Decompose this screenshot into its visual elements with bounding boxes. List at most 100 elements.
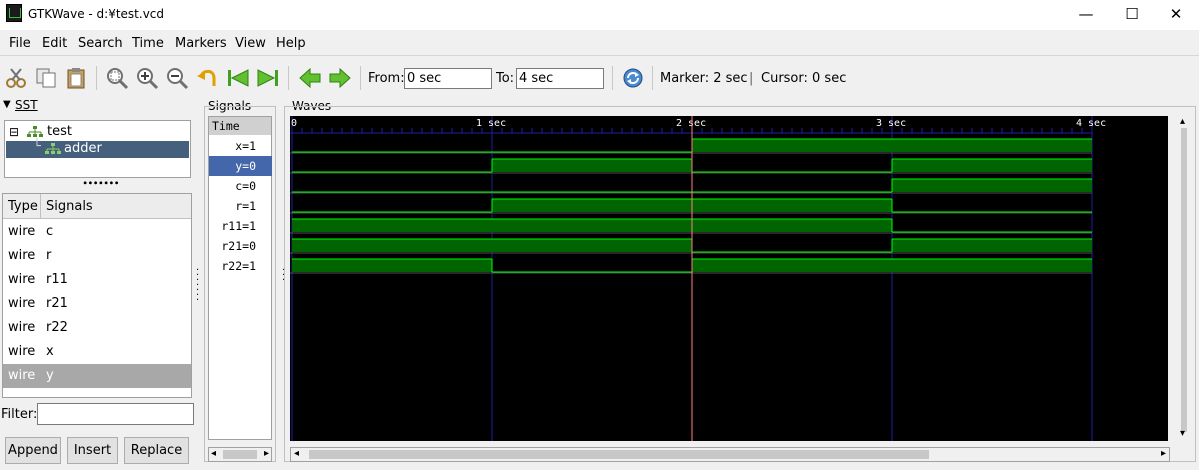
tree-branch-line: └ [33, 139, 41, 154]
scroll-thumb[interactable] [223, 450, 257, 459]
signal-name: r11 [46, 272, 68, 287]
zoom-fit-icon[interactable] [105, 66, 129, 90]
pane-splitter-grip[interactable]: · · · · · · · [196, 266, 200, 306]
signal-row-y[interactable]: wire y [3, 364, 191, 388]
signal-value-r[interactable]: r=1 [209, 196, 272, 216]
menu-separator [0, 55, 1199, 56]
close-icon: ✕ [1169, 5, 1183, 23]
undo-zoom-icon[interactable] [196, 66, 220, 90]
paste-icon[interactable] [64, 66, 88, 90]
toolbar-separator [652, 66, 653, 90]
scroll-thumb[interactable] [309, 450, 929, 459]
cursor-readout: Cursor: 0 sec [761, 71, 847, 86]
zoom-out-icon[interactable] [165, 66, 189, 90]
tree-item-label: adder [64, 141, 102, 156]
left-arrow-icon[interactable] [298, 66, 322, 90]
signals-h-scrollbar[interactable]: ◂ ▸ [208, 447, 272, 462]
marker-readout: Marker: 2 sec [660, 71, 748, 86]
scroll-down-icon[interactable]: ▾ [1180, 428, 1185, 439]
toolbar-separator [360, 66, 361, 90]
toolbar-separator [612, 66, 613, 90]
menu-bar: File Edit Search Time Markers View Help [0, 31, 1199, 55]
insert-button[interactable]: Insert [67, 437, 118, 464]
filter-input[interactable] [37, 403, 194, 425]
replace-button[interactable]: Replace [124, 437, 189, 464]
scroll-thumb[interactable] [1181, 128, 1187, 432]
signal-type: wire [8, 368, 36, 383]
signal-name: r22 [46, 320, 68, 335]
scroll-right-icon[interactable]: ▸ [264, 448, 269, 459]
minimize-button[interactable]: — [1063, 0, 1109, 30]
right-arrow-icon[interactable] [328, 66, 352, 90]
waves-v-scrollbar[interactable]: ▴ ▾ [1170, 116, 1196, 441]
scroll-right-icon[interactable]: ▸ [1161, 448, 1166, 459]
menu-file[interactable]: File [9, 36, 31, 51]
append-button[interactable]: Append [5, 437, 61, 464]
signal-row-r21[interactable]: wire r21 [3, 292, 191, 316]
col-type-header[interactable]: Type [8, 199, 38, 214]
maximize-button[interactable]: ☐ [1109, 0, 1155, 30]
scroll-left-icon[interactable]: ◂ [294, 448, 299, 459]
to-time-input[interactable] [516, 68, 604, 89]
signal-value-r22[interactable]: r22=1 [209, 256, 272, 276]
copy-icon[interactable] [34, 66, 58, 90]
toolbar-separator [96, 66, 97, 90]
signal-row-c[interactable]: wire c [3, 220, 191, 244]
time-label: 0 [291, 118, 297, 129]
menu-search[interactable]: Search [78, 36, 123, 51]
reload-icon[interactable] [621, 66, 645, 90]
from-time-input[interactable] [404, 68, 492, 89]
menu-markers[interactable]: Markers [175, 36, 227, 51]
signal-value-c[interactable]: c=0 [209, 176, 272, 196]
gtkwave-app-icon [6, 4, 22, 22]
zoom-end-icon[interactable] [256, 66, 280, 90]
signal-row-r[interactable]: wire r [3, 244, 191, 268]
signal-row-r22[interactable]: wire r22 [3, 316, 191, 340]
pane-resize-grip[interactable]: ∙∙∙∙∙∙∙ [82, 178, 120, 189]
maximize-icon: ☐ [1125, 5, 1139, 23]
tree-expander-icon[interactable]: ⊟ [9, 125, 19, 139]
signal-row-x[interactable]: wire x [3, 340, 191, 364]
signal-row-r11[interactable]: wire r11 [3, 268, 191, 292]
signals-time-header: Time [209, 117, 271, 135]
menu-edit[interactable]: Edit [42, 36, 67, 51]
column-divider [40, 194, 41, 218]
waveform-display[interactable]: 0 1 sec 2 sec 3 sec 4 sec [290, 116, 1168, 441]
to-label: To: [496, 71, 515, 86]
sst-title: SST [15, 98, 38, 112]
sst-collapse-icon[interactable]: ▼ [3, 99, 11, 110]
zoom-in-icon[interactable] [135, 66, 159, 90]
signals-list-header: Type Signals [3, 194, 191, 219]
wave-segment-c [892, 179, 1092, 192]
signal-value-r21[interactable]: r21=0 [209, 236, 272, 256]
signal-value-x[interactable]: x=1 [209, 136, 272, 156]
waves-h-scrollbar[interactable]: ◂ ▸ [290, 447, 1170, 462]
toolbar-separator [288, 66, 289, 90]
signal-name: r21 [46, 296, 68, 311]
scroll-up-icon[interactable]: ▴ [1180, 116, 1185, 127]
signals-pane: Time x=1 y=0 c=0 r=1 r11=1 r21=0 r22=1 [208, 116, 272, 440]
menu-time[interactable]: Time [132, 36, 164, 51]
tree-item-test[interactable]: ⊟ test [9, 124, 189, 140]
signal-value-y[interactable]: y=0 [209, 156, 272, 176]
tree-item-adder[interactable]: └ adder [6, 139, 189, 158]
cut-icon[interactable] [4, 66, 28, 90]
close-button[interactable]: ✕ [1153, 0, 1199, 30]
menu-help[interactable]: Help [276, 36, 306, 51]
module-icon [45, 143, 61, 154]
scroll-left-icon[interactable]: ◂ [211, 448, 216, 459]
title-bar: GTKWave - d:¥test.vcd — ☐ ✕ [0, 0, 1199, 30]
signal-type: wire [8, 224, 36, 239]
status-separator: | [749, 71, 754, 86]
signal-name: x [46, 344, 54, 359]
signal-type: wire [8, 344, 36, 359]
signal-type: wire [8, 296, 36, 311]
menu-view[interactable]: View [235, 36, 266, 51]
from-label: From: [368, 71, 405, 86]
minimize-icon: — [1078, 5, 1094, 23]
module-icon [27, 126, 43, 137]
wave-segment-r11 [292, 219, 892, 232]
col-signals-header[interactable]: Signals [46, 199, 93, 214]
zoom-start-icon[interactable] [226, 66, 250, 90]
signal-value-r11[interactable]: r11=1 [209, 216, 272, 236]
